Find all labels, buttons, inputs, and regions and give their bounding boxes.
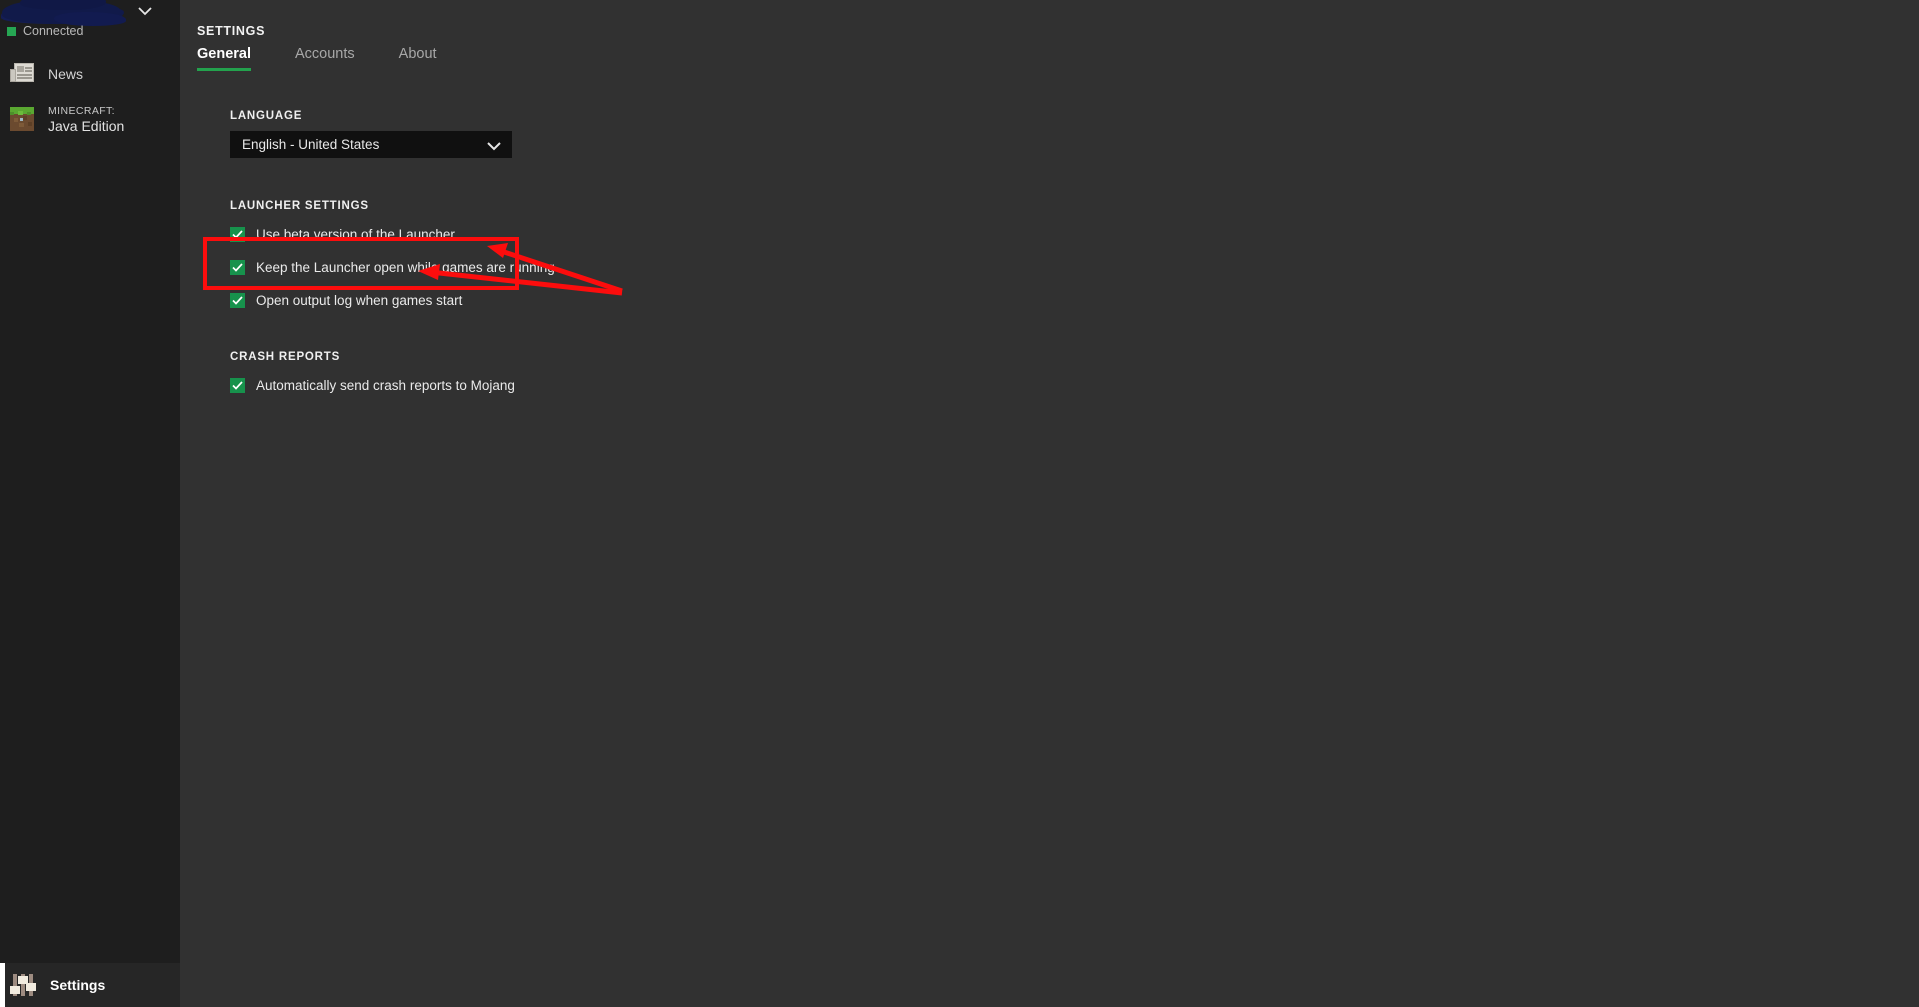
redacted-username xyxy=(2,0,120,24)
tab-accounts[interactable]: Accounts xyxy=(295,46,355,71)
checkbox-label: Automatically send crash reports to Moja… xyxy=(256,378,515,393)
minecraft-grass-block-icon xyxy=(10,107,34,131)
section-title-crash-reports: CRASH REPORTS xyxy=(230,351,930,363)
language-section: LANGUAGE English - United States xyxy=(230,110,930,158)
sidebar-item-label: Java Edition xyxy=(48,118,124,134)
news-icon xyxy=(10,63,34,85)
settings-panel: LANGUAGE English - United States LAUNCHE… xyxy=(230,110,930,398)
checkbox-label: Keep the Launcher open while games are r… xyxy=(256,260,555,275)
tab-about[interactable]: About xyxy=(399,46,437,71)
checkbox-row-open-output-log[interactable]: Open output log when games start xyxy=(230,287,930,313)
section-title-launcher-settings: LAUNCHER SETTINGS xyxy=(230,200,930,212)
section-title-language: LANGUAGE xyxy=(230,110,930,122)
sidebar-item-label-prefix: MINECRAFT: xyxy=(48,105,124,118)
chevron-down-icon xyxy=(485,139,503,151)
settings-tabs: General Accounts About xyxy=(197,46,437,71)
checkbox-checked-icon[interactable] xyxy=(230,227,245,242)
checkbox-row-use-beta-launcher[interactable]: Use beta version of the Launcher xyxy=(230,221,930,247)
checkbox-label: Use beta version of the Launcher xyxy=(256,227,455,242)
sidebar-item-label: Settings xyxy=(50,977,105,993)
sidebar-item-settings[interactable]: Settings xyxy=(0,963,180,1007)
sidebar-item-news[interactable]: News xyxy=(0,57,180,91)
checkbox-checked-icon[interactable] xyxy=(230,378,245,393)
crash-reports-section: CRASH REPORTS Automatically send crash r… xyxy=(230,351,930,398)
checkbox-label: Open output log when games start xyxy=(256,293,462,308)
page-title: SETTINGS xyxy=(197,24,265,38)
selection-indicator xyxy=(0,963,5,1007)
launcher-settings-section: LAUNCHER SETTINGS Use beta version of th… xyxy=(230,200,930,313)
launcher-window: Connected News xyxy=(0,0,1919,1007)
connection-status: Connected xyxy=(7,24,83,38)
checkbox-checked-icon[interactable] xyxy=(230,293,245,308)
checkbox-row-keep-launcher-open[interactable]: Keep the Launcher open while games are r… xyxy=(230,254,930,280)
sidebar: Connected News xyxy=(0,0,180,1007)
sidebar-item-label: News xyxy=(48,66,83,82)
sliders-icon xyxy=(10,974,36,996)
main-content: SETTINGS General Accounts About LANGUAGE… xyxy=(180,0,1919,1007)
status-badge: Connected xyxy=(23,24,83,38)
tab-general[interactable]: General xyxy=(197,46,251,71)
sidebar-item-minecraft-java-edition[interactable]: MINECRAFT: Java Edition xyxy=(0,100,180,138)
chevron-down-icon[interactable] xyxy=(136,4,154,18)
checkbox-row-send-crash-reports[interactable]: Automatically send crash reports to Moja… xyxy=(230,372,930,398)
status-indicator-dot xyxy=(7,27,16,36)
language-select[interactable]: English - United States xyxy=(230,131,512,158)
language-select-value: English - United States xyxy=(242,137,379,152)
checkbox-checked-icon[interactable] xyxy=(230,260,245,275)
